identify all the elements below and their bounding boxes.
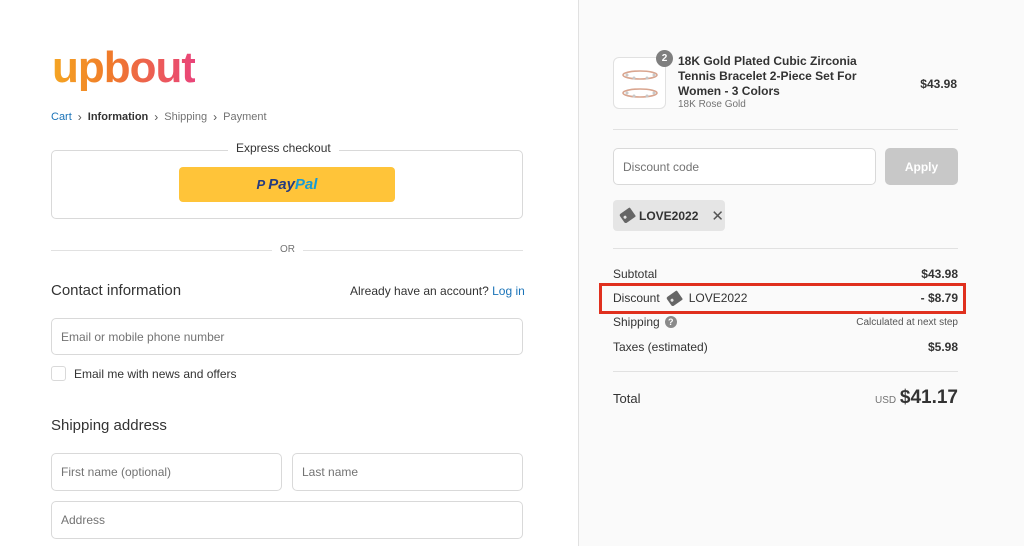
address-field[interactable]: Address	[51, 501, 523, 539]
quantity-badge: 2	[656, 50, 673, 67]
applied-discount-chip: LOVE2022 ✕	[613, 200, 725, 231]
apply-button[interactable]: Apply	[885, 148, 958, 185]
product-variant: 18K Rose Gold	[678, 99, 746, 110]
breadcrumb-payment: Payment	[223, 111, 267, 123]
newsletter-checkbox[interactable]	[51, 366, 66, 381]
chevron-right-icon: ›	[77, 110, 82, 124]
last-name-field[interactable]: Last name	[292, 453, 523, 491]
paypal-button[interactable]: P Pay Pal	[179, 167, 395, 202]
subtotal-value: $43.98	[921, 267, 958, 281]
divider	[613, 248, 958, 249]
breadcrumb-shipping: Shipping	[164, 111, 208, 123]
total-value: $41.17	[899, 387, 958, 408]
divider	[613, 371, 958, 372]
bracelet-image	[622, 70, 658, 98]
shipping-address-title: Shipping address	[51, 417, 167, 434]
account-prompt-text: Already have an account?	[350, 284, 489, 298]
email-field[interactable]: Email or mobile phone number	[51, 318, 523, 355]
subtotal-row: Subtotal $43.98	[613, 267, 958, 281]
chevron-right-icon: ›	[154, 110, 159, 124]
subtotal-label: Subtotal	[613, 267, 658, 281]
breadcrumb-cart[interactable]: Cart	[51, 111, 72, 123]
paypal-label-second: Pal	[294, 176, 318, 193]
breadcrumb-information: Information	[87, 111, 149, 123]
taxes-value: $5.98	[927, 340, 958, 354]
remove-discount-icon[interactable]: ✕	[711, 207, 724, 225]
product-name: 18K Gold Plated Cubic Zirconia Tennis Br…	[678, 54, 857, 98]
total-label: Total	[613, 391, 641, 406]
divider	[613, 129, 958, 130]
breadcrumb: Cart › Information › Shipping › Payment	[51, 110, 267, 124]
first-name-field[interactable]: First name (optional)	[51, 453, 282, 491]
shipping-value: Calculated at next step	[856, 316, 958, 328]
product-price: $43.98	[920, 77, 957, 91]
currency-code: USD	[875, 395, 897, 406]
discount-code-field[interactable]: Discount code	[613, 148, 876, 185]
express-checkout-title: Express checkout	[228, 141, 339, 155]
newsletter-label: Email me with news and offers	[74, 367, 237, 381]
highlight-box	[599, 283, 966, 314]
shipping-label: Shipping	[613, 315, 660, 329]
shipping-row: Shipping ? Calculated at next step	[613, 315, 958, 329]
paypal-icon: P	[256, 177, 266, 192]
contact-information-title: Contact information	[51, 282, 182, 299]
login-link[interactable]: Log in	[492, 284, 525, 298]
taxes-row: Taxes (estimated) $5.98	[613, 340, 958, 354]
help-icon[interactable]: ?	[664, 316, 677, 328]
account-prompt: Already have an account? Log in	[350, 284, 525, 298]
applied-discount-code: LOVE2022	[639, 208, 699, 223]
shipping-label-group: Shipping ?	[613, 315, 677, 329]
paypal-label-first: Pay	[268, 176, 295, 193]
or-text: OR	[272, 244, 303, 255]
brand-logo[interactable]: upbout	[52, 40, 196, 96]
tag-icon	[619, 207, 636, 224]
chevron-right-icon: ›	[213, 110, 218, 124]
taxes-label: Taxes (estimated)	[613, 340, 708, 354]
